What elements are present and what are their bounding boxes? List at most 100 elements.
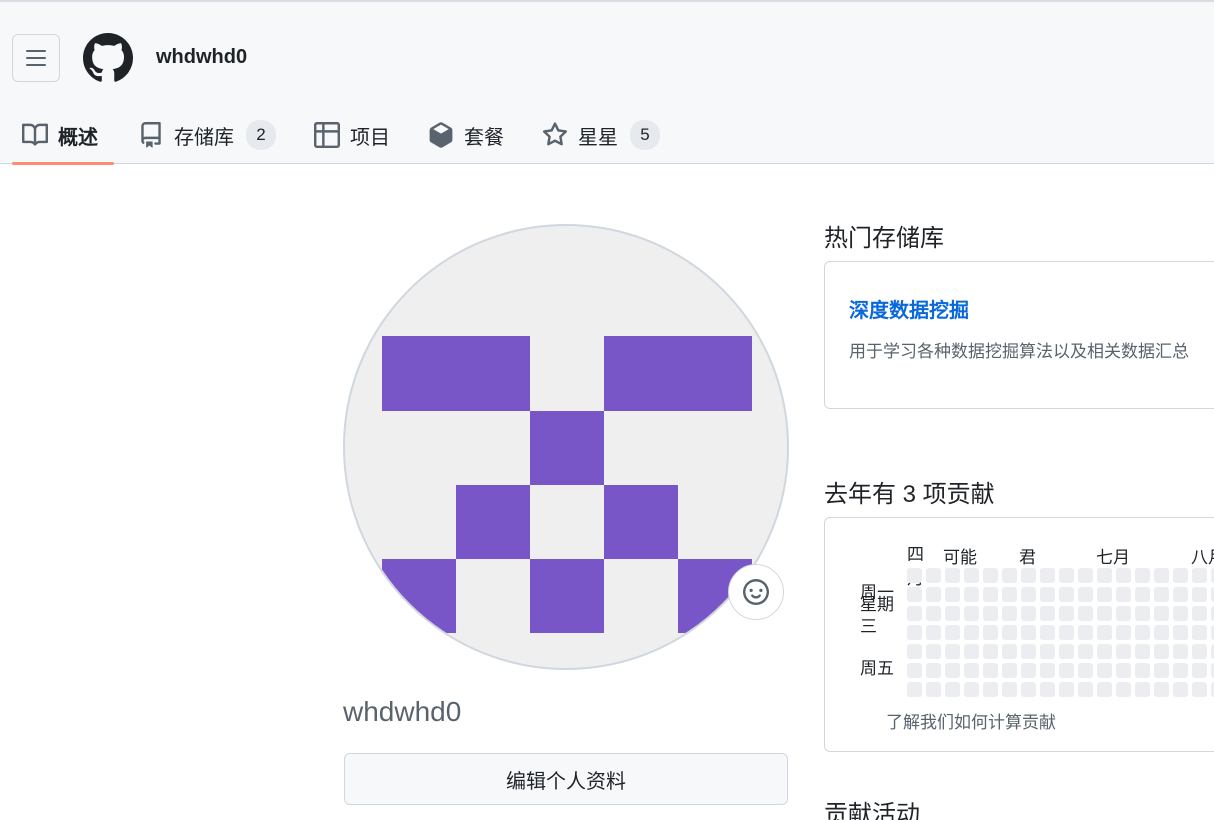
contribution-day-cell[interactable] [1021,587,1036,602]
contribution-day-cell[interactable] [1021,568,1036,583]
contribution-day-cell[interactable] [926,625,941,640]
avatar[interactable] [343,224,789,670]
contribution-day-cell[interactable] [1192,663,1207,678]
contribution-day-cell[interactable] [945,625,960,640]
contribution-day-cell[interactable] [1040,606,1055,621]
contribution-day-cell[interactable] [1116,625,1131,640]
contribution-day-cell[interactable] [1135,682,1150,697]
contribution-day-cell[interactable] [964,663,979,678]
contribution-day-cell[interactable] [1059,587,1074,602]
contribution-day-cell[interactable] [907,587,922,602]
contribution-day-cell[interactable] [1078,663,1093,678]
contribution-day-cell[interactable] [1154,606,1169,621]
contribution-day-cell[interactable] [926,568,941,583]
contribution-day-cell[interactable] [1002,587,1017,602]
contribution-day-cell[interactable] [964,568,979,583]
contribution-day-cell[interactable] [1059,606,1074,621]
contribution-day-cell[interactable] [1116,587,1131,602]
contribution-day-cell[interactable] [1002,644,1017,659]
contribution-day-cell[interactable] [1154,644,1169,659]
header-username[interactable]: whdwhd0 [156,46,247,69]
contribution-day-cell[interactable] [926,606,941,621]
contribution-day-cell[interactable] [945,587,960,602]
contribution-day-cell[interactable] [983,644,998,659]
contribution-day-cell[interactable] [1059,644,1074,659]
contribution-day-cell[interactable] [1173,663,1188,678]
contribution-day-cell[interactable] [964,644,979,659]
contribution-day-cell[interactable] [983,625,998,640]
contribution-day-cell[interactable] [1116,644,1131,659]
contribution-day-cell[interactable] [1192,644,1207,659]
menu-button[interactable] [12,34,60,82]
contribution-day-cell[interactable] [1059,682,1074,697]
contribution-day-cell[interactable] [1116,606,1131,621]
contribution-day-cell[interactable] [1078,682,1093,697]
contribution-day-cell[interactable] [983,606,998,621]
contribution-day-cell[interactable] [1040,625,1055,640]
contribution-day-cell[interactable] [1078,644,1093,659]
contribution-day-cell[interactable] [1135,606,1150,621]
contribution-day-cell[interactable] [907,606,922,621]
contribution-day-cell[interactable] [964,587,979,602]
contribution-day-cell[interactable] [907,663,922,678]
contribution-day-cell[interactable] [1116,682,1131,697]
contribution-day-cell[interactable] [1192,606,1207,621]
contribution-day-cell[interactable] [1154,682,1169,697]
contribution-day-cell[interactable] [1002,568,1017,583]
contribution-day-cell[interactable] [1021,663,1036,678]
contribution-day-cell[interactable] [907,644,922,659]
contribution-day-cell[interactable] [1173,568,1188,583]
contribution-day-cell[interactable] [983,587,998,602]
contribution-day-cell[interactable] [1040,644,1055,659]
contribution-day-cell[interactable] [1173,644,1188,659]
contribution-day-cell[interactable] [1021,625,1036,640]
edit-profile-button[interactable]: 编辑个人资料 [344,753,788,805]
contribution-day-cell[interactable] [1135,587,1150,602]
contribution-day-cell[interactable] [1192,682,1207,697]
tab-repositories[interactable]: 存储库 2 [138,106,276,164]
contribution-day-cell[interactable] [1192,587,1207,602]
contribution-day-cell[interactable] [945,682,960,697]
contribution-day-cell[interactable] [1192,625,1207,640]
contribution-day-cell[interactable] [1078,587,1093,602]
contribution-day-cell[interactable] [1135,625,1150,640]
contribution-day-cell[interactable] [926,663,941,678]
contribution-day-cell[interactable] [1040,587,1055,602]
contribution-day-cell[interactable] [945,663,960,678]
contribution-day-cell[interactable] [1059,568,1074,583]
tab-packages[interactable]: 套餐 [428,106,504,164]
contribution-day-cell[interactable] [1116,663,1131,678]
contribution-day-cell[interactable] [1059,625,1074,640]
contribution-day-cell[interactable] [1154,625,1169,640]
contribution-day-cell[interactable] [1078,606,1093,621]
contribution-day-cell[interactable] [1135,568,1150,583]
contribution-day-cell[interactable] [926,644,941,659]
contribution-day-cell[interactable] [1097,568,1112,583]
contribution-day-cell[interactable] [945,644,960,659]
repo-link[interactable]: 深度数据挖掘 [849,294,969,323]
contribution-day-cell[interactable] [1192,568,1207,583]
contribution-day-cell[interactable] [1002,663,1017,678]
contribution-day-cell[interactable] [1040,568,1055,583]
contribution-day-cell[interactable] [907,682,922,697]
contribution-day-cell[interactable] [1002,682,1017,697]
contribution-day-cell[interactable] [964,625,979,640]
learn-contributions-link[interactable]: 了解我们如何计算贡献 [886,708,1056,733]
contribution-day-cell[interactable] [983,682,998,697]
tab-projects[interactable]: 项目 [314,106,390,164]
contribution-day-cell[interactable] [1116,568,1131,583]
contribution-day-cell[interactable] [983,663,998,678]
tab-overview[interactable]: 概述 [22,106,98,164]
contribution-day-cell[interactable] [1173,606,1188,621]
contribution-day-cell[interactable] [964,606,979,621]
contribution-day-cell[interactable] [1021,682,1036,697]
contribution-day-cell[interactable] [1097,663,1112,678]
set-status-button[interactable] [728,564,784,620]
contribution-day-cell[interactable] [1097,625,1112,640]
contribution-day-cell[interactable] [926,587,941,602]
contribution-day-cell[interactable] [1173,625,1188,640]
contribution-day-cell[interactable] [1097,644,1112,659]
tab-stars[interactable]: 星星 5 [542,106,660,164]
contribution-day-cell[interactable] [1040,682,1055,697]
contribution-day-cell[interactable] [907,625,922,640]
